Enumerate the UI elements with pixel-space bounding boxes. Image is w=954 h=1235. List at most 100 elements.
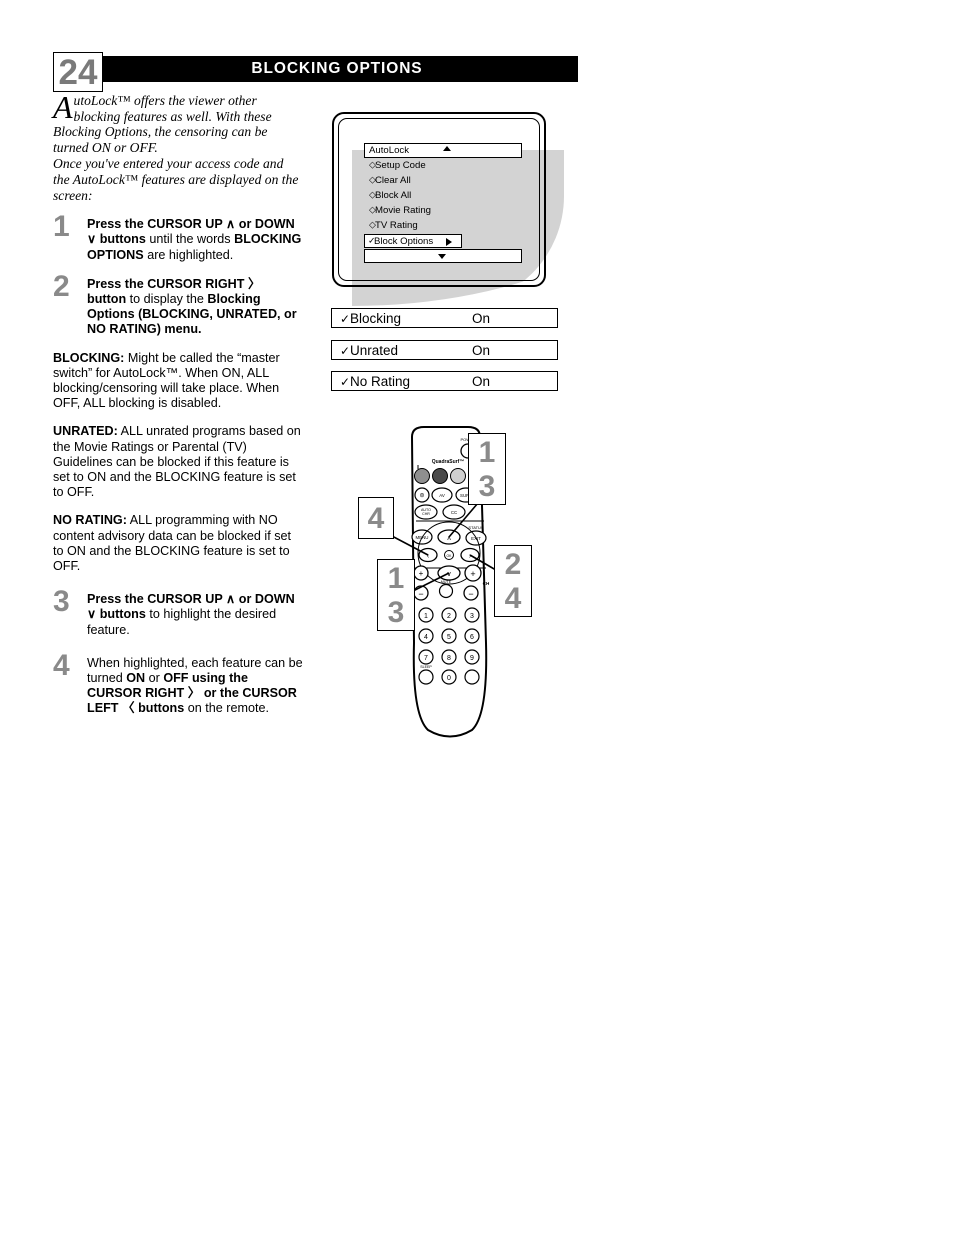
step-2: 2 Press the CURSOR RIGHT 〉 button to dis… — [53, 271, 303, 338]
callout-bottom-left: 1 3 — [377, 559, 415, 631]
mute-label: MUTE — [441, 580, 452, 584]
check-icon: ✓ — [340, 375, 351, 389]
intro-paragraph-2: Once you've entered your access code and… — [53, 156, 299, 203]
definition-blocking-term: BLOCKING: — [53, 350, 125, 365]
callout-bottom-right-line-1: 2 — [504, 548, 522, 581]
definition-no-rating: NO RATING: ALL programming with NO conte… — [53, 513, 303, 574]
quadra-circle-3 — [450, 468, 466, 484]
definition-blocking: BLOCKING: Might be called the “master sw… — [53, 351, 303, 412]
key-1-label: 1 — [424, 613, 428, 620]
callout-top-right-line-1: 1 — [478, 436, 496, 469]
volume-minus-icon: − — [418, 589, 423, 599]
step-1: 1 Press the CURSOR UP ∧ or DOWN ∨ button… — [53, 212, 303, 263]
channel-minus-icon: − — [468, 589, 473, 599]
menu-item-block-all-label: Block All — [375, 190, 412, 201]
check-icon: ✓ — [340, 312, 351, 326]
scroll-down-arrow-icon[interactable] — [438, 254, 446, 259]
menu-item-clear-all-label: Clear All — [375, 175, 411, 186]
step-3: 3 Press the CURSOR UP ∧ or DOWN ∨ button… — [53, 587, 303, 638]
key-0-label: 0 — [447, 675, 451, 682]
step-4-number: 4 — [53, 648, 70, 682]
sleep-label: SLEEP — [420, 665, 432, 669]
page-title: BLOCKING OPTIONS — [251, 60, 423, 77]
step-4-text: When highlighted, each feature can be tu… — [87, 655, 303, 716]
key-5-label: 5 — [447, 634, 451, 641]
check-icon: ✓ — [340, 344, 351, 358]
definition-unrated: UNRATED: ALL unrated programs based on t… — [53, 424, 303, 500]
menu-item-block-all[interactable]: ◇Block All — [369, 189, 411, 202]
callout-bottom-left-line-1: 1 — [387, 562, 405, 595]
volume-plus-icon: + — [419, 569, 424, 578]
menu-item-tv-rating-label: TV Rating — [375, 220, 418, 231]
key-3-label: 3 — [470, 613, 474, 620]
definition-no-rating-term: NO RATING: — [53, 513, 127, 528]
step-2-text: Press the CURSOR RIGHT 〉 button to displ… — [87, 276, 297, 337]
callout-top-right-line-2: 3 — [478, 470, 496, 503]
surf-select-icon: ⊜ — [419, 493, 424, 499]
status-value-blocking: On — [472, 311, 491, 326]
step-3-text: Press the CURSOR UP ∧ or DOWN ∨ buttons … — [87, 592, 295, 637]
step-3-number: 3 — [53, 585, 70, 619]
status-label: STATUS — [468, 525, 484, 530]
callout-bottom-left-line-2: 3 — [387, 596, 405, 629]
menu-item-clear-all[interactable]: ◇Clear All — [369, 174, 411, 187]
remote-control-illustration: POWER QuadraSurf™ ⊜ AV SURF AUTO CHR CC … — [350, 425, 550, 750]
status-row-no-rating[interactable]: ✓ No Rating On — [331, 371, 558, 391]
status-value-no-rating: On — [472, 374, 491, 389]
channel-plus-icon: + — [470, 569, 475, 579]
status-row-unrated[interactable]: ✓ Unrated On — [331, 340, 558, 360]
intro-paragraph-1: AutoLock™ offers the viewer other blocki… — [53, 89, 303, 155]
cc-label: CC — [451, 510, 457, 515]
ch-label: CH — [483, 581, 490, 586]
menu-item-tv-rating[interactable]: ◇TV Rating — [369, 219, 418, 232]
diamond-icon: ◇ — [369, 219, 376, 230]
key-4-label: 4 — [424, 634, 428, 641]
menu-item-setup-code[interactable]: ◇Setup Code — [369, 159, 426, 172]
instructions-column: AutoLock™ offers the viewer other blocki… — [53, 89, 303, 717]
definition-unrated-term: UNRATED: — [53, 424, 118, 439]
intro-text-1: utoLock™ offers the viewer other blockin… — [53, 93, 272, 155]
menu-item-block-options-label: ✓Block Options — [368, 235, 433, 248]
callout-bottom-right-line-2: 4 — [504, 582, 522, 615]
step-1-text: Press the CURSOR UP ∧ or DOWN ∨ buttons … — [87, 217, 302, 262]
ok-label: OK — [447, 554, 453, 558]
block-options-text: Block Options — [374, 236, 434, 247]
diamond-icon: ◇ — [369, 159, 376, 170]
quadra-circle-1 — [414, 468, 430, 484]
menu-title-label: AutoLock — [369, 145, 410, 156]
key-extra — [464, 669, 480, 685]
right-arrow-icon[interactable] — [446, 238, 452, 246]
menu-item-movie-rating[interactable]: ◇Movie Rating — [369, 204, 431, 217]
page-number: 24 — [58, 53, 98, 92]
status-label-no-rating: No Rating — [350, 374, 411, 389]
auto-chr-label-2: CHR — [422, 512, 430, 516]
mute-button — [438, 583, 454, 599]
diamond-icon: ◇ — [369, 174, 376, 185]
diamond-icon: ◇ — [369, 204, 376, 215]
scroll-up-arrow-icon[interactable] — [443, 146, 451, 151]
quadrasurf-label: QuadraSurf™ — [432, 459, 465, 465]
drop-cap: A — [53, 89, 73, 125]
step-4: 4 When highlighted, each feature can be … — [53, 650, 303, 717]
key-9-label: 9 — [470, 655, 474, 662]
step-2-number: 2 — [53, 269, 70, 303]
step-1-number: 1 — [53, 210, 70, 244]
check-icon: ✓ — [368, 235, 376, 246]
menu-item-movie-rating-label: Movie Rating — [375, 205, 431, 216]
callout-left: 4 — [358, 497, 394, 539]
callout-top-right: 1 3 — [468, 433, 506, 505]
status-row-blocking[interactable]: ✓ Blocking On — [331, 308, 558, 328]
sleep-button — [418, 669, 434, 685]
key-7-label: 7 — [424, 655, 428, 662]
key-6-label: 6 — [470, 634, 474, 641]
status-label-blocking: Blocking — [350, 311, 402, 326]
av-label: AV — [439, 493, 445, 498]
key-2-label: 2 — [447, 613, 451, 620]
quadra-circle-2 — [432, 468, 448, 484]
callout-bottom-right: 2 4 — [494, 545, 532, 617]
status-label-unrated: Unrated — [350, 343, 399, 358]
diamond-icon: ◇ — [369, 189, 376, 200]
callout-left-line-1: 4 — [367, 502, 385, 535]
menu-item-setup-code-label: Setup Code — [375, 160, 426, 171]
key-8-label: 8 — [447, 655, 451, 662]
